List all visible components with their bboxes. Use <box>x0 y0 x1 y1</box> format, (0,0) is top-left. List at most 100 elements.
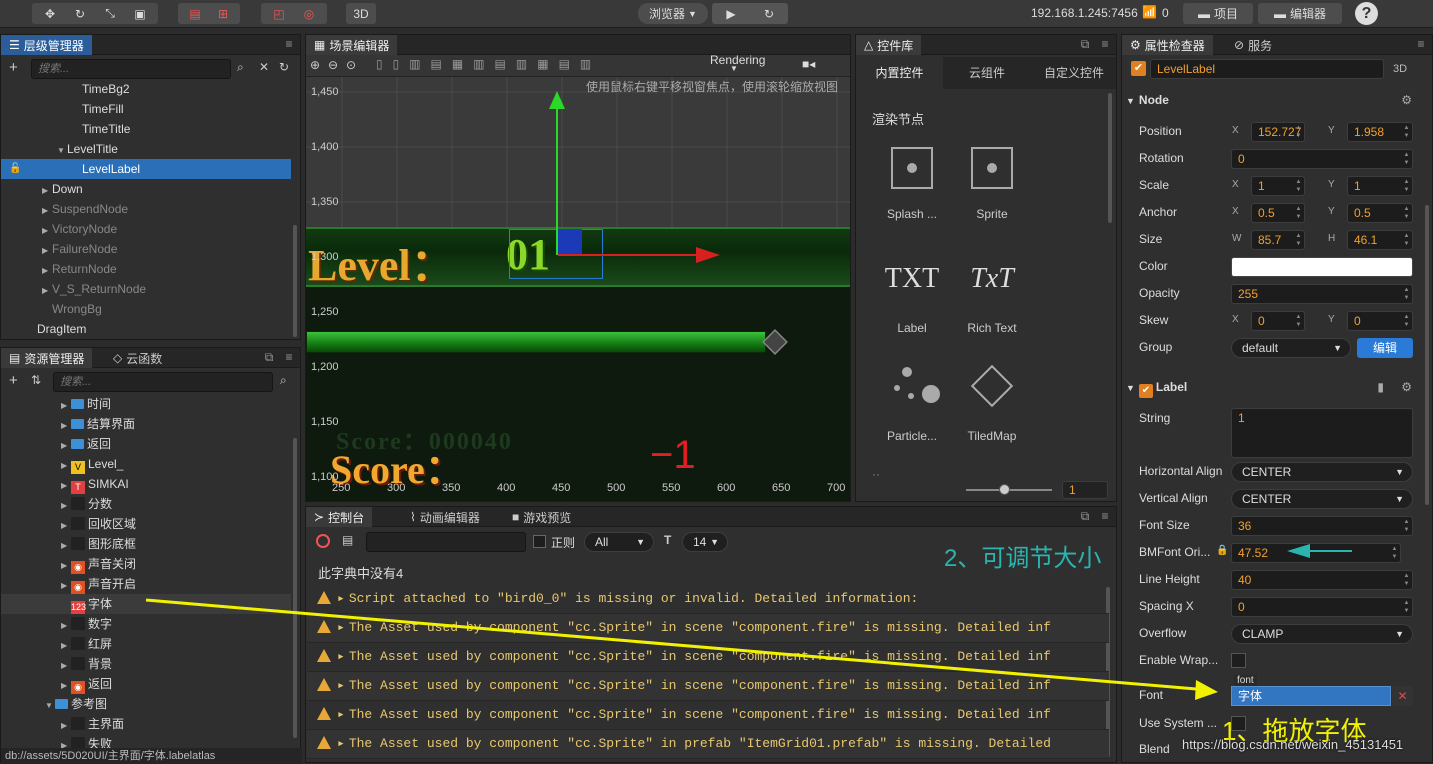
spacing-x-input[interactable]: 0 ▲ ▼ <box>1231 597 1413 617</box>
stepper-icon[interactable]: ▲ ▼ <box>1402 124 1411 140</box>
expand-arrow-icon[interactable]: ▶ <box>61 476 71 496</box>
label-enabled-checkbox[interactable]: ✔ <box>1138 384 1153 398</box>
stepper-icon[interactable]: ▲ ▼ <box>1402 313 1411 329</box>
expand-arrow-icon[interactable]: ▶ <box>61 516 71 536</box>
expand-arrow-icon[interactable]: ▶ <box>42 181 52 201</box>
rotate-tool-icon[interactable]: ↻ <box>65 7 95 21</box>
asset-item[interactable]: ▶ T SIMKAI <box>1 474 291 494</box>
console-warning-row[interactable]: ▸ The Asset used by component "cc.Sprite"… <box>307 643 1109 672</box>
maximize-icon[interactable]: ⧉ <box>1078 509 1092 524</box>
book-icon[interactable]: ▮ <box>1377 380 1384 394</box>
editor-button[interactable]: ▬ 编辑器 <box>1258 3 1342 24</box>
tab-animation-editor[interactable]: ⌇ 动画编辑器 <box>402 507 488 527</box>
asset-item[interactable]: ▶ 图形底框 <box>1 534 291 554</box>
stepper-icon[interactable]: ▲ ▼ <box>1402 518 1411 534</box>
expand-arrow-icon[interactable]: ▶ <box>42 281 52 301</box>
tree-node[interactable]: TimeFill <box>1 99 291 119</box>
tab-cloud[interactable]: 云组件 <box>944 57 1030 89</box>
panel-menu-icon[interactable]: ≡ <box>282 37 296 51</box>
asset-item[interactable]: ▶ 时间 <box>1 394 291 414</box>
clear-icon[interactable] <box>316 534 330 548</box>
font-size-input[interactable]: 36 ▲ ▼ <box>1231 516 1413 536</box>
widget-rich-text[interactable]: TxT Rich Text <box>952 263 1032 335</box>
search-icon[interactable]: ⌕ <box>237 60 244 75</box>
stepper-icon[interactable]: ▲ ▼ <box>1402 151 1411 167</box>
scale-tool-icon[interactable]: ⤡ <box>95 6 125 21</box>
console-filter-input[interactable] <box>366 532 526 552</box>
asset-item[interactable]: ▶ 背景 <box>1 654 291 674</box>
log-level-select[interactable]: All ▼ <box>584 532 654 552</box>
tab-console[interactable]: ≻ 控制台 <box>306 507 373 527</box>
tree-node[interactable]: TimeBg2 <box>1 79 291 99</box>
align-buttons-icon[interactable]: ▯▯▥▤▦▥▤▥▦▤▥ <box>376 57 601 71</box>
stepper-icon[interactable]: ▲ ▼ <box>1294 205 1303 221</box>
asset-item[interactable]: ▶ 回收区域 <box>1 514 291 534</box>
tree-node[interactable]: ▶ ReturnNode <box>1 259 291 279</box>
stepper-icon[interactable]: ▲ ▼ <box>1402 232 1411 248</box>
asset-item[interactable]: ▼ 参考图 <box>1 694 291 714</box>
edit-group-button[interactable]: 编辑 <box>1357 338 1413 358</box>
expand-arrow-icon[interactable]: ▶ <box>61 616 71 636</box>
tree-node[interactable]: ▶ FailureNode <box>1 239 291 259</box>
line-height-input[interactable]: 40 ▲ ▼ <box>1231 570 1413 590</box>
rotation-input[interactable]: 0 ▲ ▼ <box>1231 149 1413 169</box>
anchor-x-input[interactable]: 0.5 ▲ ▼ <box>1251 203 1305 223</box>
stepper-icon[interactable]: ▲ ▼ <box>1294 232 1303 248</box>
bmfont-original-size-input[interactable]: 47.52 ▲ ▼ <box>1231 543 1401 563</box>
tab-hierarchy[interactable]: ☰ 层级管理器 <box>1 35 92 55</box>
tree-node[interactable]: ▶ SuspendNode <box>1 199 291 219</box>
expand-arrow-icon[interactable]: ▶ <box>61 716 71 736</box>
expand-arrow-icon[interactable]: ▸ <box>337 678 345 693</box>
asset-item[interactable]: ▶ ◉ 返回 <box>1 674 291 694</box>
expand-arrow-icon[interactable]: ▶ <box>61 636 71 656</box>
expand-arrow-icon[interactable]: ▸ <box>337 620 345 635</box>
expand-arrow-icon[interactable]: ▶ <box>42 201 52 221</box>
refresh-icon[interactable]: ↻ <box>279 60 289 74</box>
clear-font-icon[interactable]: ✕ <box>1392 686 1413 706</box>
expand-arrow-icon[interactable]: ▶ <box>61 436 71 456</box>
3d-toggle-button[interactable]: 3D <box>346 3 376 24</box>
stepper-icon[interactable]: ▲ ▼ <box>1402 599 1411 615</box>
zoom-slider-thumb[interactable] <box>999 484 1010 495</box>
gizmo-x-axis[interactable] <box>558 254 698 256</box>
hierarchy-search-input[interactable]: 搜索... <box>31 59 231 79</box>
opacity-input[interactable]: 255 ▲ ▼ <box>1231 284 1413 304</box>
scale-x-input[interactable]: 1 ▲ ▼ <box>1251 176 1305 196</box>
tab-builtin[interactable]: 内置控件 <box>856 57 943 89</box>
expand-arrow-icon[interactable]: ▶ <box>42 241 52 261</box>
browser-select[interactable]: 浏览器 ▼ <box>638 3 708 24</box>
string-textarea[interactable]: 1 <box>1231 408 1413 458</box>
node-section-header[interactable]: ▼ Node ⚙ <box>1126 93 1418 111</box>
panel-menu-icon[interactable]: ≡ <box>1098 509 1112 523</box>
target-icon[interactable]: ◎ <box>294 7 324 21</box>
tree-node[interactable]: ▶ Down <box>1 179 291 199</box>
asset-item[interactable]: ▶ 返回 <box>1 434 291 454</box>
zoom-out-icon[interactable]: ⊖ <box>328 58 338 72</box>
play-icon[interactable]: ▶ <box>712 7 750 21</box>
asset-item[interactable]: ▶ ◉ 声音开启 <box>1 574 291 594</box>
tab-custom[interactable]: 自定义控件 <box>1031 57 1117 89</box>
gizmo-origin[interactable] <box>556 229 582 254</box>
camera-icon[interactable]: ■◂ <box>802 57 815 71</box>
expand-arrow-icon[interactable]: ▶ <box>61 496 71 516</box>
stepper-icon[interactable]: ▲ ▼ <box>1294 313 1303 329</box>
move-tool-icon[interactable]: ✥ <box>35 7 65 21</box>
tree-node[interactable]: ▶ VictoryNode <box>1 219 291 239</box>
asset-item[interactable]: ▶ 结算界面 <box>1 414 291 434</box>
add-icon[interactable]: + <box>9 59 18 76</box>
skew-x-input[interactable]: 0 ▲ ▼ <box>1251 311 1305 331</box>
locate-icon[interactable]: ✕ <box>259 60 269 74</box>
asset-item[interactable]: ▶ 分数 <box>1 494 291 514</box>
expand-arrow-icon[interactable]: ▸ <box>337 736 345 751</box>
search-icon[interactable]: ⌕ <box>280 373 287 388</box>
stepper-icon[interactable]: ▲ ▼ <box>1294 178 1303 194</box>
scene-viewport[interactable]: Level： 01 Score：000040 Score： −1 使用鼠标右键平… <box>306 77 850 501</box>
console-warning-row[interactable]: ▸ The Asset used by component "cc.Sprite"… <box>307 614 1109 643</box>
panel-menu-icon[interactable]: ≡ <box>1098 37 1112 51</box>
tree-node[interactable]: 🔓 LevelLabel <box>1 159 291 179</box>
expand-arrow-icon[interactable]: ▶ <box>42 221 52 241</box>
expand-arrow-icon[interactable]: ▶ <box>61 416 71 436</box>
color-swatch[interactable] <box>1231 257 1413 277</box>
project-button[interactable]: ▬ 项目 <box>1183 3 1253 24</box>
panel-menu-icon[interactable]: ≡ <box>282 350 296 364</box>
